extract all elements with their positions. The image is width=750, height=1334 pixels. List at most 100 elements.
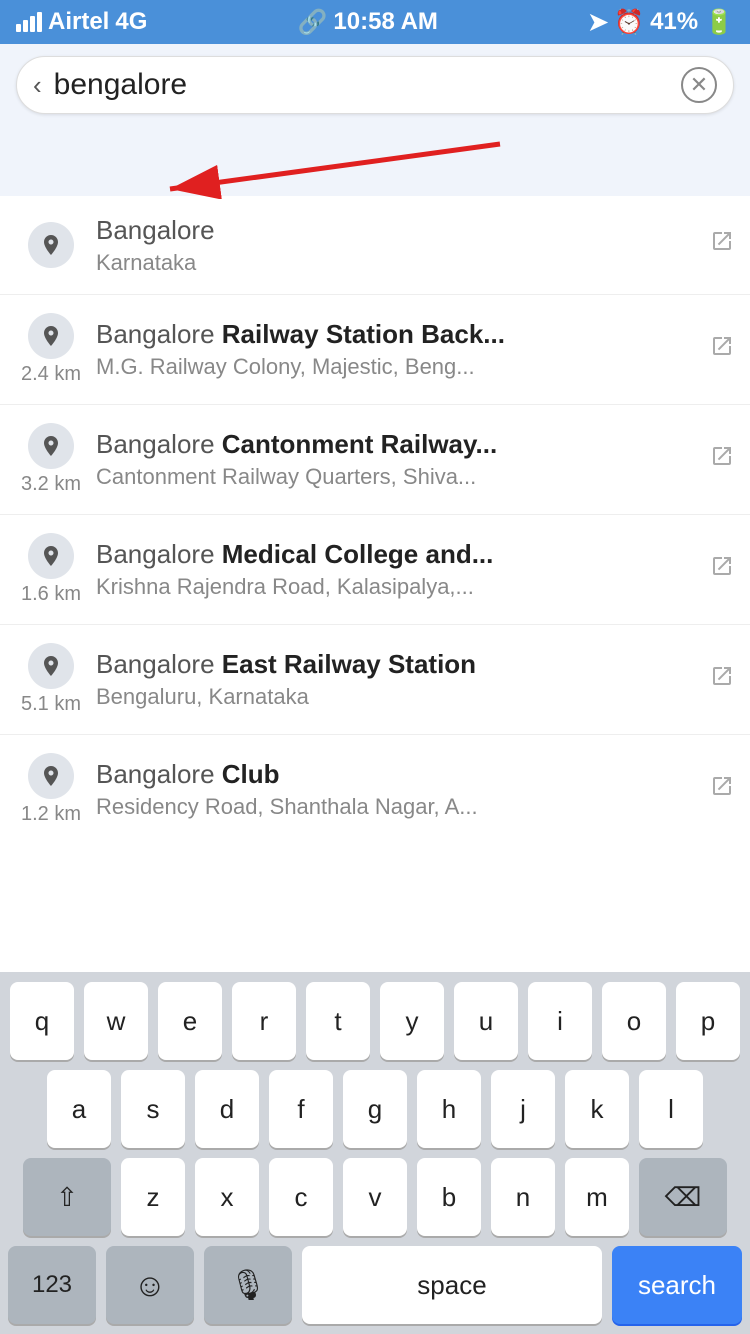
pin-container: 3.2 km (16, 423, 86, 496)
distance-label: 2.4 km (21, 363, 81, 386)
key-l[interactable]: l (639, 1070, 703, 1148)
location-pin-icon (28, 533, 74, 579)
result-title: Bangalore Cantonment Railway... (96, 428, 700, 462)
key-t[interactable]: t (306, 982, 370, 1060)
result-title: Bangalore Club (96, 758, 700, 792)
alarm-icon: ⏰ (614, 8, 644, 37)
key-y[interactable]: y (380, 982, 444, 1060)
search-bar: ‹ bengalore ✕ (16, 56, 734, 114)
keyboard: qwertyuiop asdfghjkl ⇧ zxcvbnm⌫ 123 ☺ 🎙 … (0, 972, 750, 1334)
result-text-container: Bangalore Medical College and...Krishna … (86, 538, 710, 600)
result-title-bold: Club (222, 759, 280, 789)
key-j[interactable]: j (491, 1070, 555, 1148)
result-title-bold: Railway Station Back... (222, 319, 505, 349)
key-k[interactable]: k (565, 1070, 629, 1148)
location-pin-icon (28, 753, 74, 799)
battery-icon: 🔋 (704, 8, 734, 37)
key-g[interactable]: g (343, 1070, 407, 1148)
result-text-container: Bangalore Railway Station Back...M.G. Ra… (86, 318, 710, 380)
status-center: 🔗 10:58 AM (298, 8, 438, 37)
key-m[interactable]: m (565, 1158, 629, 1236)
result-title-plain: Bangalore (96, 759, 222, 789)
key-d[interactable]: d (195, 1070, 259, 1148)
result-navigate-icon (710, 774, 734, 805)
key-w[interactable]: w (84, 982, 148, 1060)
result-subtitle: Residency Road, Shanthala Nagar, A... (96, 794, 700, 820)
location-icon: ➤ (588, 8, 608, 37)
key-s[interactable]: s (121, 1070, 185, 1148)
key-v[interactable]: v (343, 1158, 407, 1236)
key-x[interactable]: x (195, 1158, 259, 1236)
signal-bars-icon (16, 12, 42, 32)
result-title-plain: Bangalore (96, 649, 222, 679)
result-title-plain: Bangalore (96, 429, 222, 459)
key-i[interactable]: i (528, 982, 592, 1060)
result-item[interactable]: 3.2 kmBangalore Cantonment Railway...Can… (0, 405, 750, 515)
annotation-arrow-container (0, 126, 750, 196)
distance-label: 1.2 km (21, 803, 81, 826)
pin-container: 1.6 km (16, 533, 86, 606)
key-n[interactable]: n (491, 1158, 555, 1236)
pin-container: 2.4 km (16, 313, 86, 386)
emoji-key[interactable]: ☺ (106, 1246, 194, 1324)
keyboard-row-1: qwertyuiop (4, 982, 746, 1060)
search-container: ‹ bengalore ✕ (0, 44, 750, 126)
num-key[interactable]: 123 (8, 1246, 96, 1324)
result-item[interactable]: 1.2 kmBangalore ClubResidency Road, Shan… (0, 735, 750, 844)
keyboard-row-2: asdfghjkl (4, 1070, 746, 1148)
network-label: 4G (115, 8, 147, 36)
result-subtitle: Bengaluru, Karnataka (96, 684, 700, 710)
search-key[interactable]: search (612, 1246, 742, 1324)
result-title-plain: Bangalore (96, 539, 222, 569)
space-key[interactable]: space (302, 1246, 602, 1324)
location-pin-icon (28, 643, 74, 689)
result-title-bold: Medical College and... (222, 539, 494, 569)
key-u[interactable]: u (454, 982, 518, 1060)
pin-container: 5.1 km (16, 643, 86, 716)
result-item[interactable]: 1.6 kmBangalore Medical College and...Kr… (0, 515, 750, 625)
key-z[interactable]: z (121, 1158, 185, 1236)
key-h[interactable]: h (417, 1070, 481, 1148)
status-right: ➤ ⏰ 41% 🔋 (588, 8, 734, 37)
back-button[interactable]: ‹ (33, 70, 42, 101)
result-item[interactable]: BangaloreKarnataka (0, 196, 750, 295)
mic-key[interactable]: 🎙 (204, 1246, 292, 1324)
result-title-plain: Bangalore (96, 319, 222, 349)
key-e[interactable]: e (158, 982, 222, 1060)
result-text-container: BangaloreKarnataka (86, 214, 710, 276)
result-item[interactable]: 2.4 kmBangalore Railway Station Back...M… (0, 295, 750, 405)
key-f[interactable]: f (269, 1070, 333, 1148)
result-subtitle: Krishna Rajendra Road, Kalasipalya,... (96, 574, 700, 600)
results-list: BangaloreKarnataka 2.4 kmBangalore Railw… (0, 196, 750, 844)
result-subtitle: Cantonment Railway Quarters, Shiva... (96, 464, 700, 490)
delete-key[interactable]: ⌫ (639, 1158, 727, 1236)
result-title-bold: Cantonment Railway... (222, 429, 497, 459)
result-title-bold: East Railway Station (222, 649, 476, 679)
key-a[interactable]: a (47, 1070, 111, 1148)
result-text-container: Bangalore East Railway StationBengaluru,… (86, 648, 710, 710)
shift-key[interactable]: ⇧ (23, 1158, 111, 1236)
time-label: 10:58 AM (333, 8, 437, 36)
result-title: Bangalore East Railway Station (96, 648, 700, 682)
key-o[interactable]: o (602, 982, 666, 1060)
location-pin-icon (28, 423, 74, 469)
keyboard-row-3: ⇧ zxcvbnm⌫ (4, 1158, 746, 1236)
search-input[interactable]: bengalore (54, 68, 669, 102)
result-subtitle: Karnataka (96, 250, 700, 276)
key-p[interactable]: p (676, 982, 740, 1060)
result-item[interactable]: 5.1 kmBangalore East Railway StationBeng… (0, 625, 750, 735)
key-b[interactable]: b (417, 1158, 481, 1236)
key-c[interactable]: c (269, 1158, 333, 1236)
status-bar: Airtel 4G 🔗 10:58 AM ➤ ⏰ 41% 🔋 (0, 0, 750, 44)
key-r[interactable]: r (232, 982, 296, 1060)
location-pin-icon (28, 313, 74, 359)
result-title: Bangalore Medical College and... (96, 538, 700, 572)
keyboard-bottom-row: 123 ☺ 🎙 space search (4, 1246, 746, 1324)
battery-label: 41% (650, 8, 698, 36)
distance-label: 1.6 km (21, 583, 81, 606)
key-q[interactable]: q (10, 982, 74, 1060)
clear-button[interactable]: ✕ (681, 67, 717, 103)
pin-container: 1.2 km (16, 753, 86, 826)
pin-container (16, 222, 86, 268)
result-navigate-icon (710, 334, 734, 365)
